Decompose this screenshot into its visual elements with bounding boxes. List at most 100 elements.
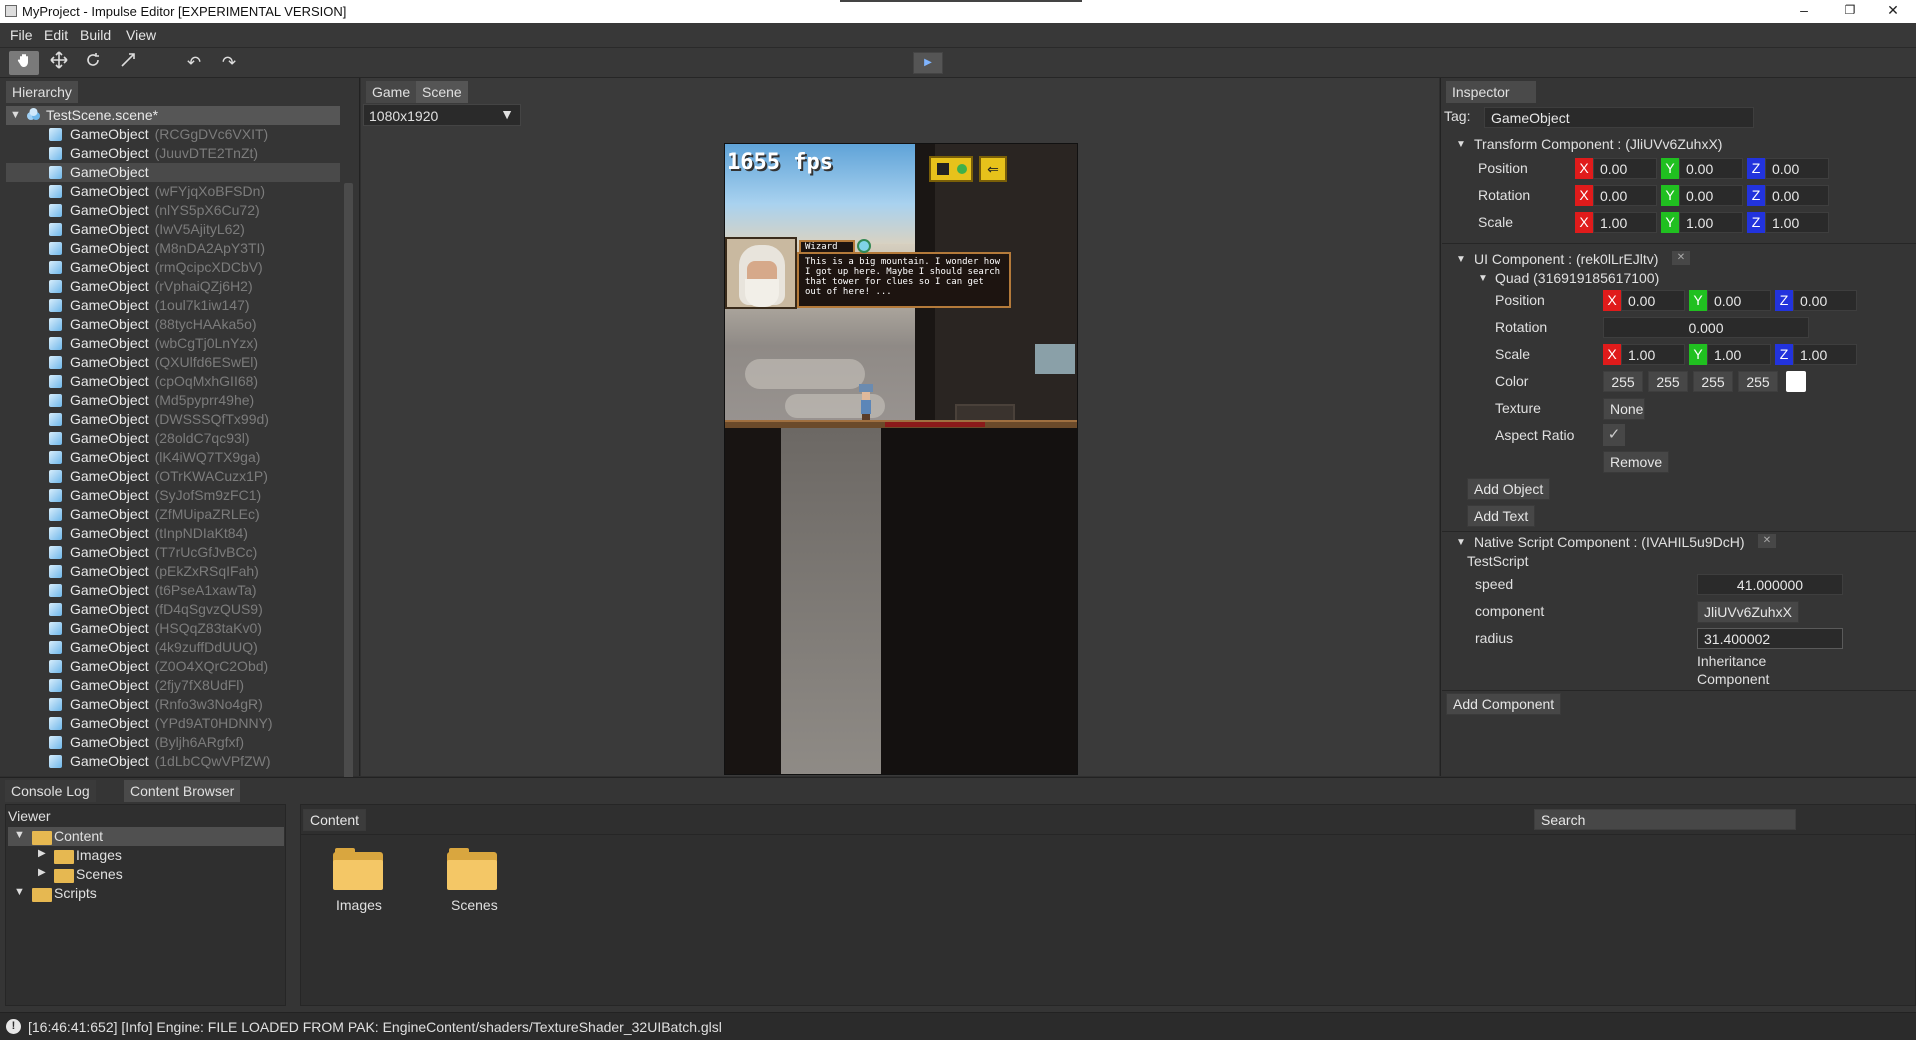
collapse-arrow-icon[interactable]: ▼	[1456, 254, 1466, 265]
tree-item-scripts[interactable]: Scripts	[54, 885, 97, 901]
expand-arrow-icon[interactable]: ▼	[10, 106, 21, 125]
remove-component-icon[interactable]: ✕	[1672, 251, 1690, 265]
expand-arrow-icon[interactable]: ▼	[14, 886, 25, 898]
menu-view[interactable]: View	[126, 27, 156, 43]
maximize-button[interactable]: ❐	[1827, 0, 1873, 23]
transform-rotation-x[interactable]: 0.00	[1593, 185, 1657, 206]
transform-scale-x[interactable]: 1.00	[1593, 212, 1657, 233]
tab-hierarchy[interactable]: Hierarchy	[6, 81, 78, 103]
game-viewport[interactable]: 1655 fps ⇐ This is a big mountain. I won…	[724, 143, 1078, 775]
speed-input[interactable]: 41.000000	[1697, 574, 1843, 595]
hierarchy-item[interactable]: GameObject (2fjy7fX8UdFl)	[6, 676, 340, 695]
tab-inspector[interactable]: Inspector	[1446, 81, 1536, 103]
folder-scenes-label[interactable]: Scenes	[451, 897, 498, 913]
folder-images-label[interactable]: Images	[336, 897, 382, 913]
collapse-arrow-icon[interactable]: ▼	[1478, 273, 1488, 284]
add-text-button[interactable]: Add Text	[1467, 505, 1536, 527]
hierarchy-item[interactable]: GameObject (SyJofSm9zFC1)	[6, 486, 340, 505]
color-g-input[interactable]: 255	[1648, 371, 1688, 392]
hierarchy-item[interactable]: GameObject (lK4iWQ7TX9ga)	[6, 448, 340, 467]
hierarchy-item[interactable]: GameObject (JuuvDTE2TnZt)	[6, 144, 340, 163]
hierarchy-item[interactable]: GameObject (RCGgDVc6VXIT)	[6, 125, 340, 144]
tab-console-log[interactable]: Console Log	[5, 780, 96, 802]
scale-tool-button[interactable]	[113, 51, 143, 75]
hierarchy-item[interactable]: GameObject (nlYS5pX6Cu72)	[6, 201, 340, 220]
ui-rotation-input[interactable]: 0.000	[1603, 317, 1809, 338]
hierarchy-item[interactable]: GameObject (Rnfo3w3No4gR)	[6, 695, 340, 714]
menu-build[interactable]: Build	[80, 27, 111, 43]
aspect-ratio-checkbox[interactable]: ✓	[1603, 424, 1625, 446]
minimize-button[interactable]: –	[1781, 0, 1827, 23]
hierarchy-item[interactable]: GameObject (pEkZxRSqIFah)	[6, 562, 340, 581]
tag-input[interactable]: GameObject	[1484, 107, 1754, 128]
hierarchy-item[interactable]: GameObject (M8nDA2ApY3TI)	[6, 239, 340, 258]
hierarchy-item[interactable]: GameObject (cpOqMxhGII68)	[6, 372, 340, 391]
undo-button[interactable]: ↶	[179, 51, 209, 75]
expand-arrow-icon[interactable]: ▶	[38, 848, 46, 859]
color-a-input[interactable]: 255	[1738, 371, 1778, 392]
hierarchy-item[interactable]: GameObject (Z0O4XQrC2Obd)	[6, 657, 340, 676]
hierarchy-item[interactable]: GameObject (QXUlfd6ESwEl)	[6, 353, 340, 372]
back-button[interactable]: ⇐	[979, 156, 1007, 182]
collapse-arrow-icon[interactable]: ▼	[1456, 139, 1466, 150]
hierarchy-item[interactable]: GameObject (4k9zuffDdUUQ)	[6, 638, 340, 657]
hierarchy-item[interactable]: GameObject (Md5pyprr49he)	[6, 391, 340, 410]
collapse-arrow-icon[interactable]: ▼	[1456, 537, 1466, 548]
tab-content-browser[interactable]: Content Browser	[124, 780, 241, 802]
expand-arrow-icon[interactable]: ▼	[14, 829, 25, 841]
transform-position-z[interactable]: 0.00	[1765, 158, 1829, 179]
add-component-button[interactable]: Add Component	[1446, 693, 1562, 715]
radius-input[interactable]: 31.400002	[1697, 628, 1843, 649]
texture-select[interactable]: None	[1603, 398, 1645, 420]
ui-position-y[interactable]: 0.00	[1707, 290, 1771, 311]
hierarchy-item[interactable]: GameObject (28oldC7qc93l)	[6, 429, 340, 448]
hierarchy-item[interactable]: GameObject (tInpNDIaKt84)	[6, 524, 340, 543]
ui-scale-z[interactable]: 1.00	[1793, 344, 1857, 365]
hierarchy-scene-root[interactable]: ▼ TestScene.scene*	[6, 106, 340, 125]
hierarchy-item[interactable]: GameObject (OTrKWACuzx1P)	[6, 467, 340, 486]
ui-scale-x[interactable]: 1.00	[1621, 344, 1685, 365]
content-breadcrumb[interactable]: Content	[303, 809, 367, 831]
transform-rotation-z[interactable]: 0.00	[1765, 185, 1829, 206]
play-button[interactable]: ▶	[913, 52, 943, 74]
hierarchy-item[interactable]: GameObject (t6PseA1xawTa)	[6, 581, 340, 600]
remove-component-icon[interactable]: ✕	[1758, 534, 1776, 548]
ui-scale-y[interactable]: 1.00	[1707, 344, 1771, 365]
resolution-dropdown[interactable]: 1080x1920 ▼	[363, 104, 521, 126]
color-swatch[interactable]	[1786, 371, 1806, 392]
hierarchy-item[interactable]: GameObject (rVphaiQZj6H2)	[6, 277, 340, 296]
hierarchy-item[interactable]: GameObject (1oul7k1iw147)	[6, 296, 340, 315]
search-input[interactable]: Search	[1534, 809, 1796, 830]
redo-button[interactable]: ↷	[214, 51, 244, 75]
add-object-button[interactable]: Add Object	[1467, 478, 1551, 500]
hierarchy-item[interactable]: GameObject (YPd9AT0HDNNY)	[6, 714, 340, 733]
color-r-input[interactable]: 255	[1603, 371, 1643, 392]
hierarchy-item[interactable]: GameObject (Byljh6ARgfxf)	[6, 733, 340, 752]
hierarchy-item[interactable]: GameObject (1dLbCQwVPfZW)	[6, 752, 340, 771]
transform-position-y[interactable]: 0.00	[1679, 158, 1743, 179]
tab-scene[interactable]: Scene	[416, 81, 468, 103]
transform-scale-y[interactable]: 1.00	[1679, 212, 1743, 233]
ui-position-x[interactable]: 0.00	[1621, 290, 1685, 311]
remove-quad-button[interactable]: Remove	[1603, 451, 1670, 473]
hierarchy-item[interactable]: GameObject (rmQcipcXDCbV)	[6, 258, 340, 277]
tree-item-scenes[interactable]: Scenes	[76, 866, 123, 882]
hierarchy-item[interactable]: GameObject (ZfMUipaZRLEc)	[6, 505, 340, 524]
video-ad-button[interactable]	[929, 156, 973, 182]
hierarchy-item[interactable]: GameObject (88tycHAAka5o)	[6, 315, 340, 334]
transform-scale-z[interactable]: 1.00	[1765, 212, 1829, 233]
hierarchy-item[interactable]: GameObject (IwV5AjityL62)	[6, 220, 340, 239]
close-button[interactable]: ✕	[1870, 0, 1916, 23]
ui-position-z[interactable]: 0.00	[1793, 290, 1857, 311]
hierarchy-item[interactable]: GameObject (wFYjqXoBFSDn)	[6, 182, 340, 201]
hierarchy-item[interactable]: GameObject (wbCgTj0LnYzx)	[6, 334, 340, 353]
transform-rotation-y[interactable]: 0.00	[1679, 185, 1743, 206]
color-b-input[interactable]: 255	[1693, 371, 1733, 392]
rotate-tool-button[interactable]	[78, 51, 108, 75]
expand-arrow-icon[interactable]: ▶	[38, 867, 46, 878]
hierarchy-item[interactable]: GameObject (DWSSSQfTx99d)	[6, 410, 340, 429]
menu-edit[interactable]: Edit	[44, 27, 68, 43]
tree-item-content[interactable]: Content	[54, 828, 103, 844]
menu-file[interactable]: File	[10, 27, 33, 43]
hierarchy-item[interactable]: GameObject (HSQqZ83taKv0)	[6, 619, 340, 638]
